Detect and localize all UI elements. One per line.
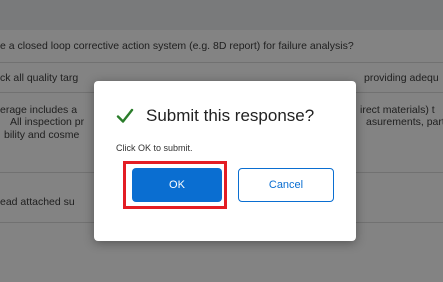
- cancel-button[interactable]: Cancel: [238, 168, 334, 202]
- ok-button[interactable]: OK: [132, 168, 222, 202]
- dialog-header: Submit this response?: [116, 101, 314, 131]
- check-icon: [116, 107, 134, 125]
- dialog-message: Click OK to submit.: [116, 143, 193, 153]
- dialog-title: Submit this response?: [146, 106, 315, 125]
- submit-dialog: Submit this response? Click OK to submit…: [94, 81, 356, 241]
